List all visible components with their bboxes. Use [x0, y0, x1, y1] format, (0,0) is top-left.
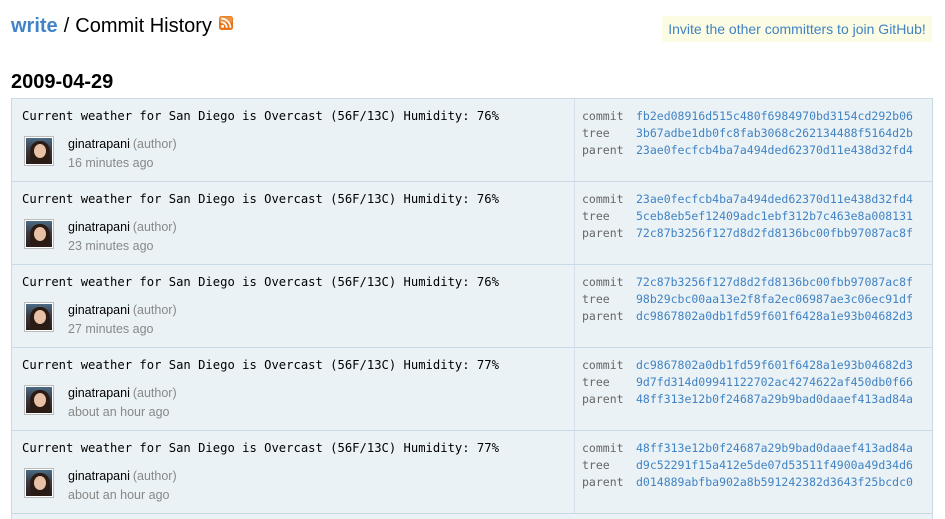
- tree-sha-link[interactable]: 9d7fd314d09941122702ac4274622af450db0f66: [636, 375, 913, 389]
- commit-meta: commit 23ae0fecfcb4ba7a494ded62370d11e438…: [574, 182, 933, 264]
- commit-sha-link[interactable]: 72c87b3256f127d8d2fd8136bc00fbb97087ac8f: [636, 275, 913, 289]
- commit-sha-link[interactable]: fb2ed08916d515c480f6984970bd3154cd292b06: [636, 109, 913, 123]
- commit-meta: commit fb2ed08916d515c480f6984970bd3154cd…: [574, 99, 933, 181]
- tree-label: tree: [582, 375, 610, 389]
- parent-sha-link[interactable]: 72c87b3256f127d8d2fd8136bc00fbb97087ac8f: [636, 226, 913, 240]
- parent-label: parent: [582, 143, 624, 157]
- commit-list: Current weather for San Diego is Overcas…: [11, 98, 933, 519]
- commit-row: Current weather for San Diego is Overcas…: [12, 265, 932, 348]
- parent-label: parent: [582, 309, 624, 323]
- invite-committers-link[interactable]: Invite the other committers to join GitH…: [662, 16, 932, 42]
- page-title: Commit History: [75, 14, 212, 37]
- tree-label: tree: [582, 209, 610, 223]
- commit-message[interactable]: Current weather for San Diego is Overcas…: [22, 109, 499, 123]
- commit-meta: commit dc9867802a0db1fd59f601f6428a1e93b0…: [574, 348, 933, 430]
- commit-author: ginatrapani (author): [68, 386, 177, 400]
- parent-label: parent: [582, 475, 624, 489]
- page-header: write / Commit History: [11, 13, 233, 39]
- commit-sha-link[interactable]: 23ae0fecfcb4ba7a494ded62370d11e438d32fd4: [636, 192, 913, 206]
- tree-label: tree: [582, 292, 610, 306]
- avatar[interactable]: [24, 385, 54, 415]
- commit-message[interactable]: Current weather for San Diego is Overcas…: [22, 275, 499, 289]
- author-name[interactable]: ginatrapani: [68, 386, 130, 400]
- breadcrumb-separator: /: [63, 14, 70, 37]
- parent-sha-link[interactable]: dc9867802a0db1fd59f601f6428a1e93b04682d3: [636, 309, 913, 323]
- commit-author: ginatrapani (author): [68, 137, 177, 151]
- commit-sha-link[interactable]: 48ff313e12b0f24687a29b9bad0daaef413ad84a: [636, 441, 913, 455]
- parent-label: parent: [582, 226, 624, 240]
- commit-row: Current weather for San Diego is Overcas…: [12, 431, 932, 514]
- avatar[interactable]: [24, 302, 54, 332]
- parent-label: parent: [582, 392, 624, 406]
- date-heading: 2009-04-29: [11, 71, 114, 93]
- author-role: (author): [132, 386, 177, 400]
- author-name[interactable]: ginatrapani: [68, 469, 130, 483]
- rss-feed-icon[interactable]: [218, 16, 233, 30]
- avatar[interactable]: [24, 468, 54, 498]
- commit-author: ginatrapani (author): [68, 220, 177, 234]
- commit-label: commit: [582, 275, 624, 289]
- parent-sha-link[interactable]: d014889abfba902a8b591242382d3643f25bcdc0: [636, 475, 913, 489]
- commit-meta: commit 72c87b3256f127d8d2fd8136bc00fbb970…: [574, 265, 933, 347]
- commit-message[interactable]: Current weather for San Diego is Overcas…: [22, 192, 499, 206]
- commit-label: commit: [582, 192, 624, 206]
- commit-time: about an hour ago: [68, 405, 170, 419]
- commit-message[interactable]: Current weather for San Diego is Overcas…: [22, 358, 499, 372]
- author-name[interactable]: ginatrapani: [68, 137, 130, 151]
- author-name[interactable]: ginatrapani: [68, 303, 130, 317]
- tree-sha-link[interactable]: 3b67adbe1db0fc8fab3068c262134488f5164d2b: [636, 126, 913, 140]
- tree-sha-link[interactable]: 5ceb8eb5ef12409adc1ebf312b7c463e8a008131: [636, 209, 913, 223]
- author-name[interactable]: ginatrapani: [68, 220, 130, 234]
- author-role: (author): [132, 137, 177, 151]
- commit-sha-link[interactable]: dc9867802a0db1fd59f601f6428a1e93b04682d3: [636, 358, 913, 372]
- commit-row: Current weather for San Diego is Overcas…: [12, 348, 932, 431]
- commit-label: commit: [582, 441, 624, 455]
- tree-label: tree: [582, 458, 610, 472]
- commit-time: 27 minutes ago: [68, 322, 154, 336]
- author-role: (author): [132, 303, 177, 317]
- commit-author: ginatrapani (author): [68, 469, 177, 483]
- commit-time: about an hour ago: [68, 488, 170, 502]
- tree-sha-link[interactable]: d9c52291f15a412e5de07d53511f4900a49d34d6: [636, 458, 913, 472]
- commit-time: 16 minutes ago: [68, 156, 154, 170]
- commit-meta: commit 48ff313e12b0f24687a29b9bad0daaef41…: [574, 431, 933, 513]
- commit-author: ginatrapani (author): [68, 303, 177, 317]
- commit-row: Current weather for San Diego is Overcas…: [12, 182, 932, 265]
- repo-link[interactable]: write: [11, 15, 58, 38]
- commit-label: commit: [582, 358, 624, 372]
- parent-sha-link[interactable]: 48ff313e12b0f24687a29b9bad0daaef413ad84a: [636, 392, 913, 406]
- author-role: (author): [132, 469, 177, 483]
- tree-sha-link[interactable]: 98b29cbc00aa13e2f8fa2ec06987ae3c06ec91df: [636, 292, 913, 306]
- tree-label: tree: [582, 126, 610, 140]
- parent-sha-link[interactable]: 23ae0fecfcb4ba7a494ded62370d11e438d32fd4: [636, 143, 913, 157]
- commit-time: 23 minutes ago: [68, 239, 154, 253]
- commit-message[interactable]: Current weather for San Diego is Overcas…: [22, 441, 499, 455]
- avatar[interactable]: [24, 136, 54, 166]
- commit-label: commit: [582, 109, 624, 123]
- author-role: (author): [132, 220, 177, 234]
- avatar[interactable]: [24, 219, 54, 249]
- commit-row: Current weather for San Diego is Overcas…: [12, 99, 932, 182]
